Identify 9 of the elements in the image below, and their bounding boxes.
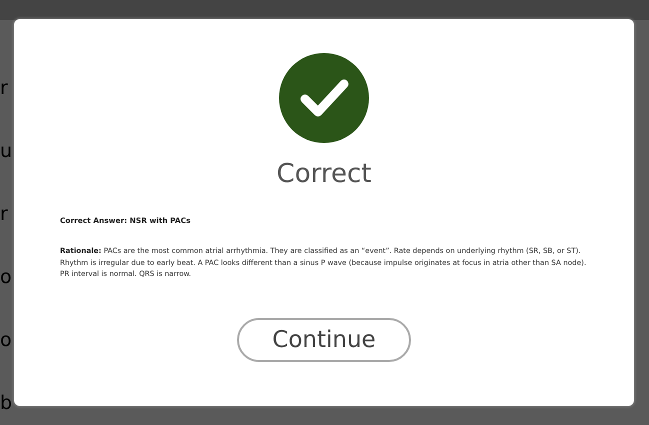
background-text: o — [0, 265, 12, 289]
result-title: Correct — [276, 159, 372, 189]
checkmark-icon — [279, 53, 369, 143]
background-text: o — [0, 328, 12, 352]
background-text: r — [0, 76, 8, 100]
continue-button[interactable]: Continue — [237, 318, 411, 362]
background-text: r — [0, 202, 8, 226]
background-text: u — [0, 139, 12, 163]
background-text: b — [0, 391, 12, 415]
